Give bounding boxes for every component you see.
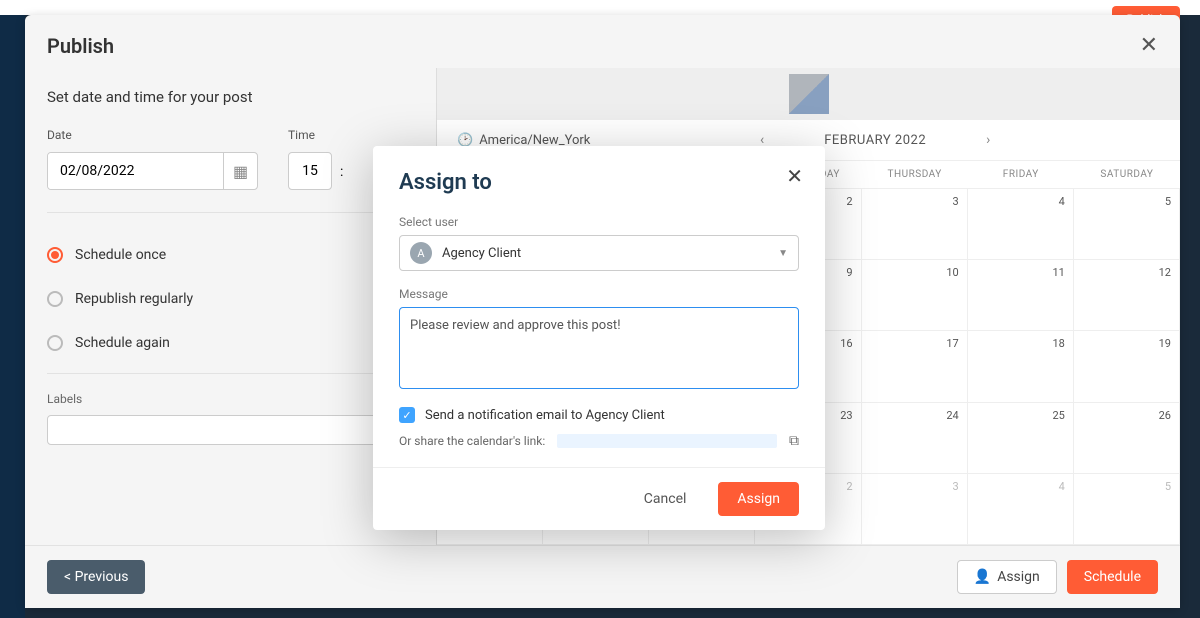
radio-icon [47,335,63,351]
next-month-icon[interactable]: › [986,132,990,148]
calendar-cell[interactable]: 25 [968,403,1074,474]
cancel-button[interactable]: Cancel [628,482,703,516]
calendar-weekday: SATURDAY [1074,161,1180,189]
calendar-weekday: THURSDAY [862,161,968,189]
calendar-cell[interactable]: 10 [862,260,968,331]
calendar-weekday: FRIDAY [968,161,1074,189]
calendar-cell[interactable]: 4 [968,189,1074,260]
notify-checkbox[interactable]: ✓ [399,407,415,423]
chevron-down-icon: ▼ [778,248,788,259]
assign-title: Assign to [399,170,799,195]
app-topbar: Publish [0,0,1200,15]
radio-label: Republish regularly [75,291,193,307]
post-thumbnail [789,74,829,114]
avatar: A [410,242,432,264]
time-label: Time [288,128,343,142]
calendar-cell[interactable]: 12 [1074,260,1180,331]
calendar-cell[interactable]: 4 [968,474,1074,545]
message-label: Message [399,287,799,301]
share-link-label: Or share the calendar's link: [399,434,545,448]
radio-label: Schedule again [75,335,170,351]
notify-label: Send a notification email to Agency Clie… [425,408,665,423]
calendar-cell[interactable]: 5 [1074,474,1180,545]
select-user-label: Select user [399,215,799,229]
user-select[interactable]: A Agency Client ▼ [399,235,799,271]
date-label: Date [47,128,258,142]
calendar-cell[interactable]: 3 [862,474,968,545]
radio-schedule-again[interactable]: Schedule again [47,321,414,365]
calendar-cell[interactable]: 19 [1074,331,1180,402]
schedule-subheading: Set date and time for your post [47,88,414,106]
date-input[interactable] [48,153,223,189]
calendar-cell[interactable]: 26 [1074,403,1180,474]
publish-title: Publish [47,34,114,58]
message-input[interactable] [399,307,799,389]
calendar-cell[interactable]: 11 [968,260,1074,331]
time-colon: : [340,164,343,190]
share-link-field[interactable] [557,434,777,448]
calendar-cell[interactable]: 24 [862,403,968,474]
radio-republish[interactable]: Republish regularly [47,277,414,321]
app-sidebar [0,0,25,618]
labels-input[interactable] [47,415,414,445]
schedule-button[interactable]: Schedule [1067,560,1158,594]
assign-button-label: Assign [997,569,1040,585]
time-hour-input[interactable] [288,152,332,190]
previous-button[interactable]: < Previous [47,560,145,594]
user-icon: 👤 [974,569,991,585]
calendar-cell[interactable]: 5 [1074,189,1180,260]
assign-button[interactable]: 👤 Assign [957,560,1057,594]
labels-label: Labels [47,392,82,406]
calendar-cell[interactable]: 3 [862,189,968,260]
selected-user-name: Agency Client [442,246,768,261]
assign-modal: ✕ Assign to Select user A Agency Client … [373,146,825,530]
radio-icon [47,291,63,307]
calendar-cell[interactable]: 18 [968,331,1074,402]
calendar-month: FEBRUARY 2022 [824,133,926,148]
calendar-icon[interactable]: ▦ [223,153,257,189]
close-icon[interactable]: ✕ [1140,33,1158,58]
close-icon[interactable]: ✕ [786,164,803,188]
copy-icon[interactable]: ⧉ [789,433,799,449]
assign-submit-button[interactable]: Assign [718,482,799,516]
calendar-cell[interactable]: 17 [862,331,968,402]
radio-schedule-once[interactable]: Schedule once [47,233,414,277]
radio-label: Schedule once [75,247,166,263]
radio-icon [47,247,63,263]
